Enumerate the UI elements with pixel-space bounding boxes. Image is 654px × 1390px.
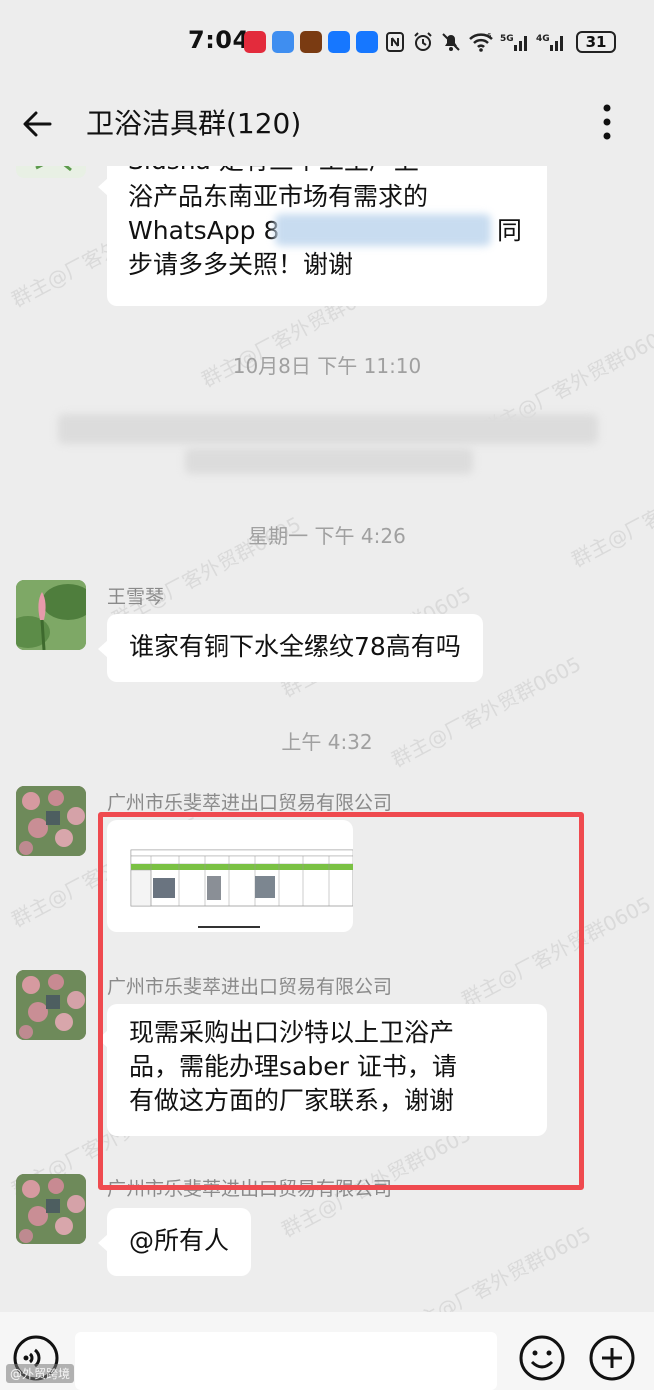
message-bubble[interactable]: Sidsha 是有三个工生产卫 浴产品东南亚市场有需求的 WhatsApp 8 … — [98, 166, 547, 306]
message-text-line: Sidsha 是有三个工生产卫 — [128, 166, 419, 178]
avatar[interactable] — [16, 786, 86, 856]
svg-text:6: 6 — [487, 32, 492, 40]
message-text-line: 浴产品东南亚市场有需求的 — [128, 182, 429, 211]
weather-notification-icon — [272, 31, 294, 53]
message-bubble[interactable]: 谁家有铜下水全缧纹78高有吗 — [98, 614, 483, 682]
back-arrow-icon[interactable] — [18, 104, 58, 144]
message-list[interactable]: 群主@厂客外贸群0605 群主@厂客外贸群0605 群主@厂客外贸群0605 群… — [0, 166, 654, 1312]
message-bubble[interactable]: @所有人 — [97, 1208, 252, 1276]
svg-text:5G: 5G — [500, 34, 514, 44]
message-text: @所有人 — [129, 1226, 230, 1255]
highlight-box — [98, 812, 584, 1190]
mute-bell-icon — [442, 33, 460, 51]
watermark: 群主@厂客外贸群0605 — [567, 451, 654, 572]
watermark: 群主@厂客外贸群0605 — [397, 1221, 595, 1312]
message-input[interactable] — [75, 1332, 497, 1390]
app-notification-icon — [244, 31, 266, 53]
alipay-icon — [356, 31, 378, 53]
signal-4g-icon: 4G — [536, 34, 563, 51]
timestamp: 10月8日 下午 11:10 — [232, 354, 422, 378]
signal-5g-icon: 5G — [500, 34, 527, 51]
sender-name: 广州市乐斐萃进出口贸易有限公司 — [107, 792, 393, 814]
emoji-icon[interactable] — [518, 1334, 566, 1382]
wifi-icon: 6 — [469, 32, 493, 52]
alarm-icon — [414, 32, 432, 51]
message-text: 谁家有铜下水全缧纹78高有吗 — [129, 632, 461, 661]
redacted-system-notice — [58, 414, 598, 444]
message-text-line: 同 — [497, 216, 523, 245]
battery-indicator: 31 — [576, 31, 616, 53]
source-watermark: @外贸跨境 — [6, 1364, 75, 1383]
avatar[interactable] — [16, 1174, 86, 1244]
status-icons: 6 5G 4G 31 — [244, 28, 616, 56]
redacted-phone-number — [275, 214, 491, 246]
avatar[interactable] — [16, 580, 86, 650]
timestamp: 星期一 下午 4:26 — [248, 524, 406, 548]
plus-icon[interactable] — [588, 1334, 636, 1382]
avatar[interactable] — [16, 970, 86, 1040]
nfc-icon — [386, 32, 404, 52]
group-title: 卫浴洁具群(120) — [86, 107, 302, 140]
more-options-icon[interactable] — [590, 100, 624, 144]
game-notification-icon — [300, 31, 322, 53]
message-text-line: WhatsApp 8 — [128, 216, 280, 245]
alipay-icon — [328, 31, 350, 53]
status-bar: 7:04 6 5G 4G 31 — [0, 0, 654, 82]
sender-name: 王雪琴 — [107, 586, 165, 608]
avatar[interactable] — [16, 166, 86, 178]
svg-text:4G: 4G — [536, 34, 550, 44]
chat-header: 卫浴洁具群(120) — [0, 82, 654, 166]
status-time: 7:04 — [188, 26, 250, 54]
message-text-line: 步请多多关照！谢谢 — [128, 250, 354, 279]
timestamp: 上午 4:32 — [281, 730, 373, 754]
input-bar — [0, 1312, 654, 1390]
redacted-system-notice — [185, 448, 473, 474]
